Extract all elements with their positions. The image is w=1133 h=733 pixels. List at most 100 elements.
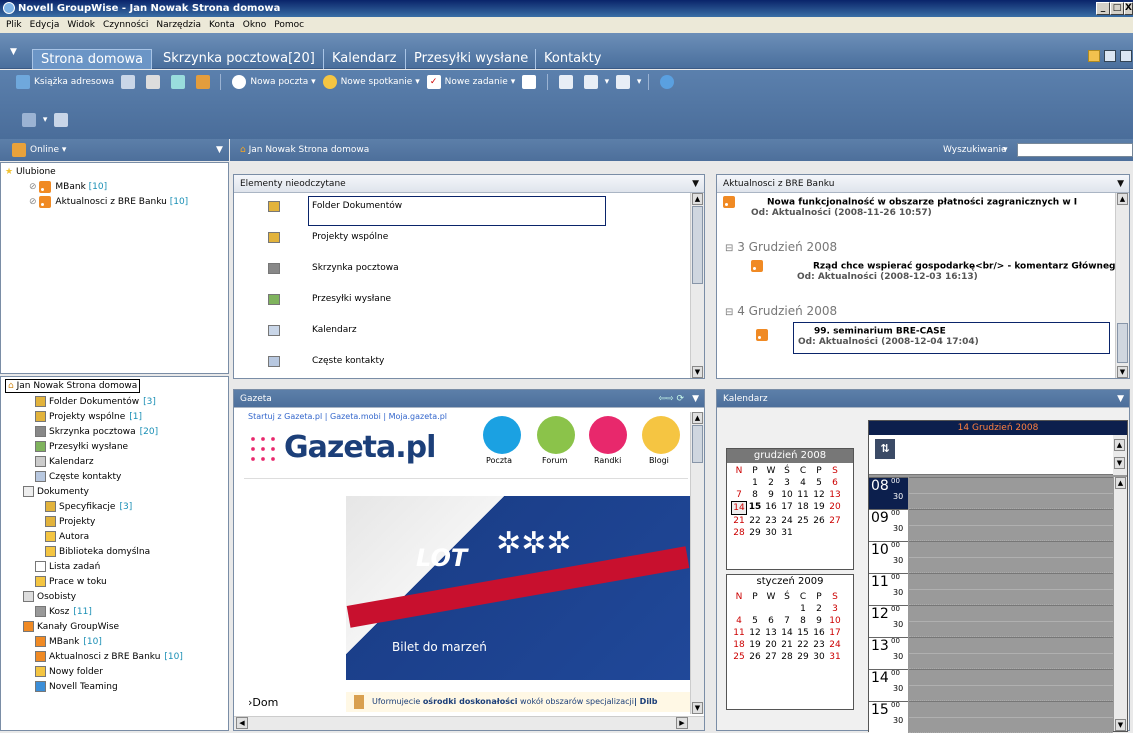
day-cell[interactable]: 4 xyxy=(731,615,747,627)
day-cell[interactable]: 22 xyxy=(747,515,763,527)
menu-pomoc[interactable]: Pomoc xyxy=(274,20,304,30)
news-scrollbar[interactable]: ▲ ▼ xyxy=(1115,193,1129,378)
list-view-icon[interactable] xyxy=(558,74,573,89)
scroll-thumb[interactable] xyxy=(692,206,703,284)
appointment-slot[interactable] xyxy=(909,509,1113,541)
day-cell[interactable]: 11 xyxy=(795,489,811,501)
close-button[interactable]: X xyxy=(1124,2,1133,15)
day-cell[interactable]: 11 xyxy=(731,627,747,639)
scroll-up-arrow-icon[interactable]: ▲ xyxy=(1115,477,1126,489)
poczta-label[interactable]: Poczta xyxy=(486,456,512,465)
folder-tree-item[interactable]: Projekty xyxy=(45,515,99,530)
menu-widok[interactable]: Widok xyxy=(67,20,95,30)
mail-icon[interactable] xyxy=(232,74,247,89)
day-cell[interactable]: 24 xyxy=(827,639,843,651)
day-cell[interactable] xyxy=(795,527,811,539)
day-cell[interactable]: 1 xyxy=(747,477,763,489)
scroll-up-arrow-icon[interactable]: ▲ xyxy=(692,412,703,424)
search-input[interactable] xyxy=(1017,143,1133,157)
search-dropdown-icon[interactable]: ▾ xyxy=(1003,139,1008,161)
day-cell[interactable]: 29 xyxy=(795,651,811,663)
day-cell[interactable]: 7 xyxy=(779,615,795,627)
settings-icon[interactable] xyxy=(22,112,36,127)
blogi-label[interactable]: Blogi xyxy=(649,456,669,465)
day-cell[interactable]: 29 xyxy=(747,527,763,539)
left-pane-dropdown-icon[interactable]: ▼ xyxy=(216,139,223,161)
day-cell[interactable] xyxy=(763,603,779,615)
day-cell[interactable]: 27 xyxy=(763,651,779,663)
scroll-up-arrow-icon[interactable]: ▲ xyxy=(692,193,703,205)
unread-item[interactable]: Folder Dokumentów xyxy=(234,193,690,226)
folder-tree-item[interactable]: Nowy folder xyxy=(35,665,107,680)
randki-label[interactable]: Randki xyxy=(594,456,621,465)
news-ticker[interactable]: Uformujecie ośrodki doskonałości wokół o… xyxy=(346,692,696,712)
day-cell[interactable]: 22 xyxy=(795,639,811,651)
news-entry-selected[interactable]: 99. seminarium BRE-CASE Od: Aktualności (… xyxy=(756,322,1110,354)
day-cell[interactable] xyxy=(731,477,747,489)
hour-slot[interactable]: 10 00 30 xyxy=(869,541,908,573)
new-task-dropdown-icon[interactable]: ▾ xyxy=(511,77,516,87)
scroll-up-arrow-icon[interactable]: ▲ xyxy=(1114,439,1125,451)
randki-icon[interactable] xyxy=(589,416,627,454)
view-dropdown-icon[interactable]: ▾ xyxy=(605,77,610,87)
folder-tree-item[interactable]: Kosz [11] xyxy=(35,605,92,620)
hour-slot[interactable]: 12 00 30 xyxy=(869,605,908,637)
view-toggle-icon[interactable] xyxy=(1088,50,1100,62)
forum-icon[interactable] xyxy=(537,416,575,454)
day-cell[interactable] xyxy=(747,603,763,615)
menu-czynnosci[interactable]: Czynności xyxy=(103,20,148,30)
online-status[interactable]: Online xyxy=(30,145,59,155)
day-cell[interactable]: 13 xyxy=(763,627,779,639)
layout-alt-icon[interactable] xyxy=(1120,50,1132,62)
day-cell[interactable]: 14 xyxy=(731,501,747,515)
folder-tree-item[interactable]: Aktualnosci z BRE Banku [10] xyxy=(35,650,183,665)
menu-plik[interactable]: Plik xyxy=(6,20,22,30)
panel-menu-icon[interactable]: ▼ xyxy=(692,175,699,193)
scroll-left-arrow-icon[interactable]: ◀ xyxy=(236,717,248,729)
tab-kontakty[interactable]: Kontakty xyxy=(535,49,601,69)
folder-tree-item[interactable]: Autora xyxy=(45,530,93,545)
day-cell[interactable]: 1 xyxy=(795,603,811,615)
favorites-root[interactable]: ★ Ulubione xyxy=(5,165,56,180)
unread-item[interactable]: Kalendarz xyxy=(234,317,690,348)
address-book-button[interactable]: Książka adresowa xyxy=(34,77,114,87)
tabs-dropdown-icon[interactable]: ▼ xyxy=(10,47,17,57)
day-cell[interactable]: 19 xyxy=(811,501,827,515)
online-dropdown-icon[interactable]: ▾ xyxy=(62,145,67,155)
minimize-button[interactable]: _ xyxy=(1096,2,1110,15)
folder-tree-item[interactable]: Częste kontakty xyxy=(35,470,125,485)
unread-item[interactable]: Częste kontakty xyxy=(234,348,690,379)
all-day-area[interactable]: ⇅ ▲ ▼ xyxy=(869,435,1127,475)
day-cell[interactable]: 18 xyxy=(731,639,747,651)
day-cell[interactable]: 2 xyxy=(763,477,779,489)
day-cell[interactable]: 19 xyxy=(747,639,763,651)
collapse-icon[interactable]: ⊟ xyxy=(725,307,733,318)
settings-dropdown-icon[interactable]: ▾ xyxy=(43,115,48,125)
day-cell[interactable]: 17 xyxy=(779,501,795,515)
folder-tree-item[interactable]: Novell Teaming xyxy=(35,680,122,695)
hour-slot[interactable]: 11 00 30 xyxy=(869,573,908,605)
day-cell[interactable]: 17 xyxy=(827,627,843,639)
user-icon[interactable] xyxy=(195,74,210,89)
task-check-icon[interactable]: ✓ xyxy=(426,74,441,89)
gazeta-hscrollbar[interactable]: ◀ ▶ xyxy=(234,716,704,730)
day-cell[interactable]: 15 xyxy=(747,501,763,515)
day-cell[interactable]: 23 xyxy=(763,515,779,527)
news-group[interactable]: ⊟ 3 Grudzień 2008 xyxy=(725,240,837,254)
favorite-item[interactable]: ⊘ Aktualnosci z BRE Banku [10] xyxy=(29,195,188,210)
day-cell[interactable]: 30 xyxy=(763,527,779,539)
day-cell[interactable]: 21 xyxy=(731,515,747,527)
folder-tree-item[interactable]: Przesyłki wysłane xyxy=(35,440,132,455)
day-cell[interactable]: 25 xyxy=(731,651,747,663)
folder-tree-item[interactable]: Prace w toku xyxy=(35,575,111,590)
day-cell[interactable]: 28 xyxy=(731,527,747,539)
scroll-down-arrow-icon[interactable]: ▼ xyxy=(692,702,703,714)
scroll-down-arrow-icon[interactable]: ▼ xyxy=(1117,366,1128,378)
day-cell[interactable]: 12 xyxy=(747,627,763,639)
menu-narzedzia[interactable]: Narzędzia xyxy=(156,20,201,30)
day-cell[interactable]: 3 xyxy=(827,603,843,615)
find-icon[interactable] xyxy=(170,74,185,89)
day-cell[interactable]: 9 xyxy=(763,489,779,501)
panel-menu-icon[interactable]: ▼ xyxy=(1117,390,1124,408)
day-cell[interactable]: 16 xyxy=(763,501,779,515)
